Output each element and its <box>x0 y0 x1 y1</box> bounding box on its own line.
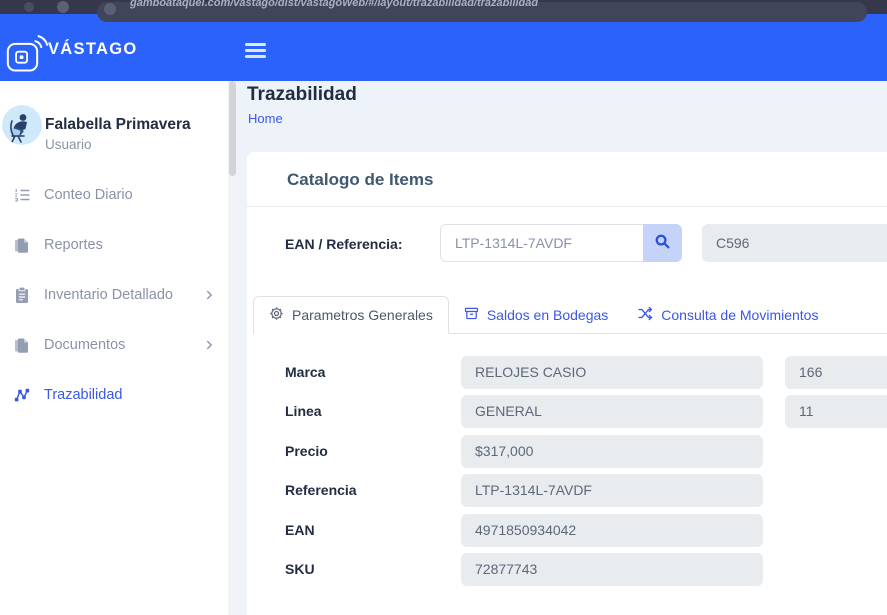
browser-extension-icon <box>57 1 69 13</box>
list-ol-icon <box>12 186 32 204</box>
catalog-card: Catalogo de Items EAN / Referencia: C596 <box>247 152 887 615</box>
sidebar-item-reportes[interactable]: Reportes <box>0 220 228 270</box>
archive-icon <box>464 306 479 324</box>
field-label: Marca <box>285 364 325 380</box>
sidebar-item-label: Conteo Diario <box>44 187 133 203</box>
card-header: Catalogo de Items <box>247 152 887 207</box>
tab-parametros-generales[interactable]: Parametros Generales <box>253 296 449 334</box>
network-icon <box>12 386 32 404</box>
side-menu: Conteo Diario Reportes Inventario De <box>0 170 228 420</box>
precio-value-field: $317,000 <box>461 435 763 468</box>
shuffle-icon <box>638 306 653 324</box>
ean-referencia-label: EAN / Referencia: <box>285 236 402 252</box>
sidebar-item-label: Inventario Detallado <box>44 287 173 303</box>
browser-bar: gamboataquel.com/vastago/dist/vastagoWeb… <box>0 0 887 14</box>
site-favicon <box>104 3 116 15</box>
gear-icon <box>269 306 284 324</box>
url-text: gamboataquel.com/vastago/dist/vastagoWeb… <box>130 0 538 9</box>
vastago-logo-icon <box>6 32 50 81</box>
marca-value-field: RELOJES CASIO <box>461 356 763 389</box>
sidebar-item-inventario-detallado[interactable]: Inventario Detallado <box>0 270 228 320</box>
brand-name: VÁSTAGO <box>48 40 137 59</box>
sidebar-item-label: Reportes <box>44 237 103 253</box>
sidebar-item-documentos[interactable]: Documentos <box>0 320 228 370</box>
ean-value-field: 4971850934042 <box>461 514 763 547</box>
card-title: Catalogo de Items <box>287 170 433 190</box>
item-code-field: C596 <box>702 224 887 262</box>
breadcrumb-home-link[interactable]: Home <box>248 111 283 126</box>
main-content: Trazabilidad Home Catalogo de Items EAN … <box>237 81 887 615</box>
tab-bar: Parametros Generales Saldos en Bodegas <box>253 296 887 334</box>
sidebar: Falabella Primavera Usuario Conteo Diari… <box>0 81 228 615</box>
page-title: Trazabilidad <box>247 84 357 106</box>
marca-code-field: 166 <box>785 356 887 389</box>
browser-tab-icon <box>24 2 34 12</box>
file-icon <box>12 236 32 254</box>
referencia-value-field: LTP-1314L-7AVDF <box>461 474 763 507</box>
scrollbar-thumb[interactable] <box>229 81 236 176</box>
field-label: EAN <box>285 522 315 538</box>
sidebar-scrollbar[interactable] <box>228 81 237 615</box>
tab-saldos-en-bodegas[interactable]: Saldos en Bodegas <box>449 296 623 334</box>
user-role: Usuario <box>45 137 92 152</box>
linea-code-field: 11 <box>785 395 887 428</box>
field-label: Referencia <box>285 482 357 498</box>
ean-search-input[interactable] <box>440 224 643 262</box>
sku-value-field: 72877743 <box>461 553 763 586</box>
tab-consulta-de-movimientos[interactable]: Consulta de Movimientos <box>623 296 833 334</box>
tab-label: Consulta de Movimientos <box>661 307 818 323</box>
sidebar-item-label: Trazabilidad <box>44 387 122 403</box>
sidebar-item-trazabilidad[interactable]: Trazabilidad <box>0 370 228 420</box>
chevron-right-icon <box>202 338 216 357</box>
menu-toggle-icon[interactable] <box>245 43 267 59</box>
clipboard-icon <box>12 286 32 304</box>
user-name: Falabella Primavera <box>45 116 191 134</box>
chevron-right-icon <box>202 288 216 307</box>
search-icon <box>654 233 671 253</box>
user-avatar <box>2 105 42 145</box>
field-label: Linea <box>285 403 322 419</box>
linea-value-field: GENERAL <box>461 395 763 428</box>
files-icon <box>12 336 32 354</box>
sidebar-item-conteo-diario[interactable]: Conteo Diario <box>0 170 228 220</box>
search-button[interactable] <box>643 224 682 262</box>
field-label: Precio <box>285 443 328 459</box>
sidebar-item-label: Documentos <box>44 337 125 353</box>
tab-label: Parametros Generales <box>292 307 433 323</box>
app-header: VÁSTAGO <box>0 14 887 81</box>
tab-label: Saldos en Bodegas <box>487 307 608 323</box>
field-label: SKU <box>285 561 315 577</box>
